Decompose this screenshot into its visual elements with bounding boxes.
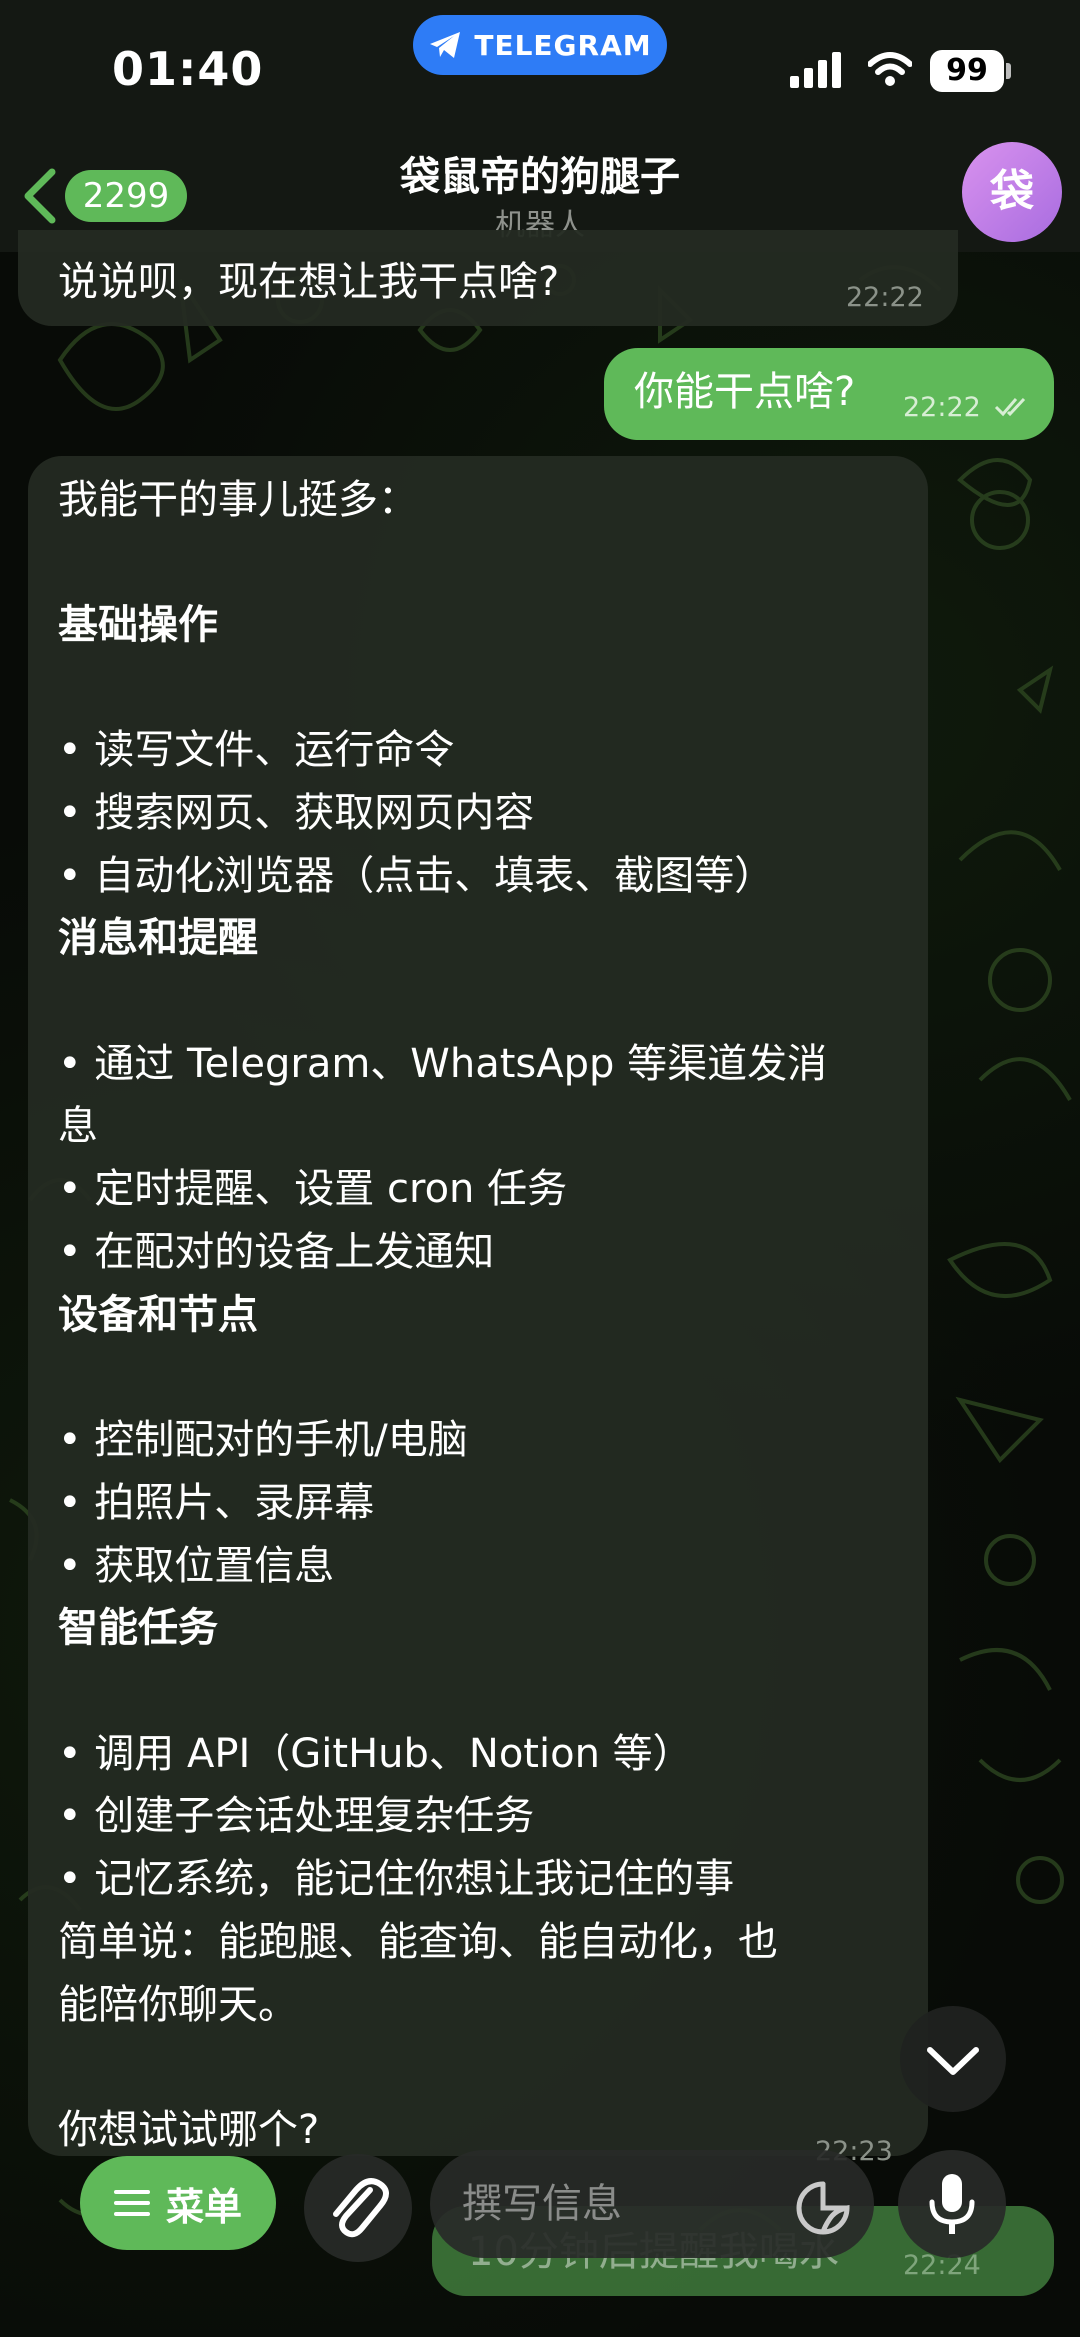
message-text: 说说呗，现在想让我干点啥? [58, 259, 560, 305]
scroll-to-bottom-button[interactable] [900, 2006, 1006, 2112]
reply-line: • 获取位置信息 [58, 1543, 335, 1589]
reply-line: • 在配对的设备上发通知 [58, 1229, 495, 1275]
microphone-button[interactable] [898, 2150, 1006, 2258]
reply-heading: 设备和节点 [58, 1292, 258, 1338]
reply-line: 息 [58, 1103, 98, 1149]
avatar[interactable]: 袋 [962, 142, 1062, 242]
message-text: 你能干点啥? [634, 369, 856, 415]
telegram-pill-label: TELEGRAM [474, 28, 652, 62]
battery-indicator: 99 [930, 50, 1004, 92]
chat-title[interactable]: 袋鼠帝的狗腿子 [0, 144, 1080, 202]
reply-line: 简单说：能跑腿、能查询、能自动化，也 [58, 1919, 778, 1965]
wifi-icon [868, 52, 912, 86]
telegram-pill[interactable]: TELEGRAM [413, 15, 667, 75]
reply-line: • 定时提醒、设置 cron 任务 [58, 1166, 568, 1212]
reply-line: • 创建子会话处理复杂任务 [58, 1793, 535, 1839]
message-time: 22:22 [846, 282, 924, 313]
menu-button-label: 菜单 [165, 2184, 242, 2229]
reply-line: 我能干的事儿挺多： [58, 477, 418, 523]
reply-line: • 通过 Telegram、WhatsApp 等渠道发消 [58, 1041, 828, 1087]
reply-line: 你想试试哪个? [58, 2107, 320, 2153]
sticker-icon[interactable] [795, 2180, 851, 2236]
hamburger-icon [113, 2190, 150, 2216]
cellular-signal-icon [790, 52, 841, 88]
reply-line: • 拍照片、录屏幕 [58, 1480, 375, 1526]
status-bar: 01:40 TELEGRAM 99 [0, 0, 1080, 140]
reply-line: • 调用 API（GitHub、Notion 等） [58, 1731, 693, 1777]
reply-line: • 记忆系统，能记住你想让我记住的事 [58, 1856, 735, 1902]
microphone-icon [929, 2174, 975, 2234]
reply-line: • 搜索网页、获取网页内容 [58, 790, 535, 836]
chevron-down-icon [927, 2047, 979, 2075]
reply-line: • 控制配对的手机/电脑 [58, 1417, 468, 1463]
reply-line: • 自动化浏览器（点击、填表、截图等） [58, 853, 775, 899]
reply-heading: 消息和提醒 [58, 915, 258, 961]
attach-button[interactable] [304, 2154, 412, 2262]
battery-tip [1006, 63, 1011, 79]
reply-heading: 智能任务 [58, 1605, 218, 1651]
double-check-icon [994, 397, 1026, 417]
reply-heading: 基础操作 [58, 602, 218, 648]
reply-line: • 读写文件、运行命令 [58, 727, 455, 773]
message-time: 22:22 [903, 392, 981, 423]
paperclip-icon [333, 2178, 389, 2238]
bot-menu-button[interactable]: 菜单 [80, 2156, 276, 2250]
paper-plane-icon [430, 32, 461, 58]
clock: 01:40 [112, 42, 264, 96]
reply-line: 能陪你聊天。 [58, 1982, 298, 2028]
